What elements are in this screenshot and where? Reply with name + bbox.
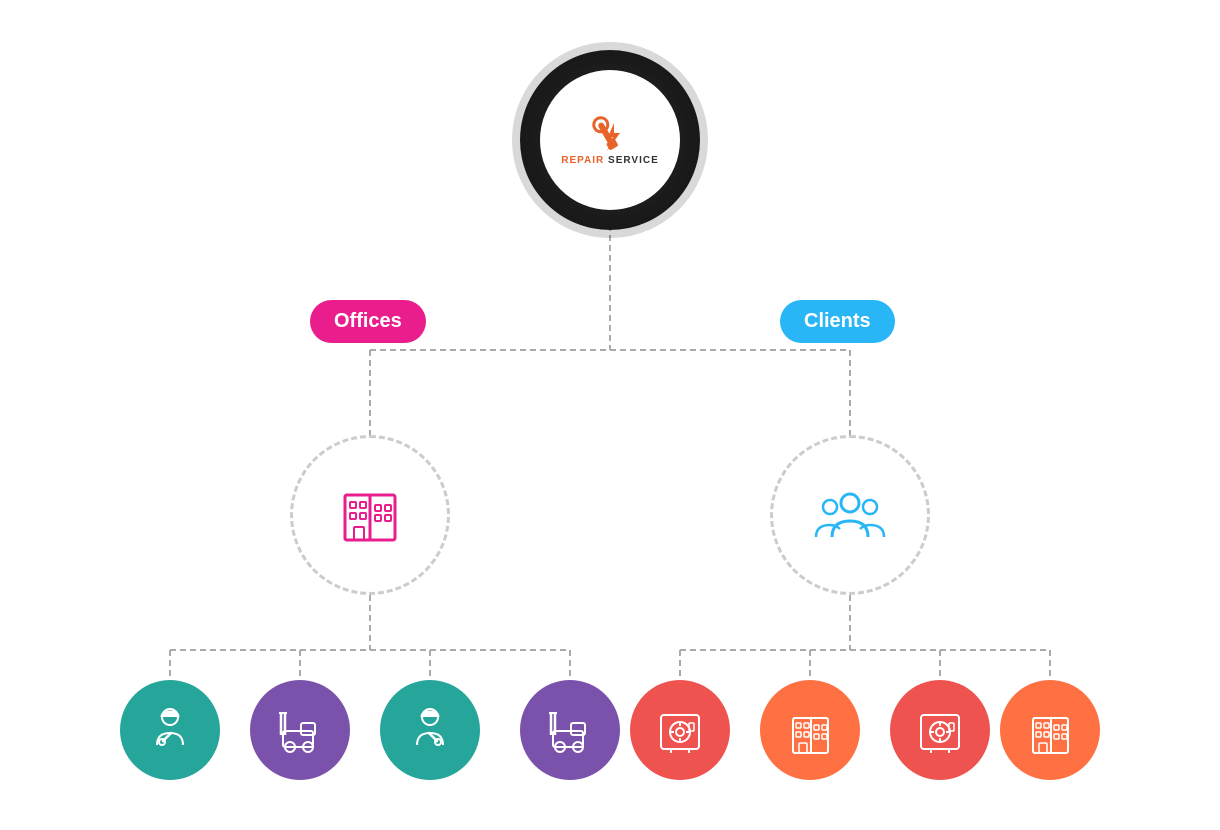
forklift-1-circle: [250, 680, 350, 780]
safe-icon: [653, 703, 708, 758]
repair-logo-icon: [582, 115, 637, 155]
people-icon: [810, 475, 890, 555]
safe-2-icon: [913, 703, 968, 758]
safe-1-circle: [630, 680, 730, 780]
forklift-2-circle: [520, 680, 620, 780]
building-1-circle: [760, 680, 860, 780]
forklift-icon: [273, 703, 328, 758]
repair-logo: REPAIR SERVICE: [561, 115, 659, 166]
clients-circle: [770, 435, 930, 595]
repairman-2-circle: [380, 680, 480, 780]
office-building-2-icon: [1023, 703, 1078, 758]
forklift-2-icon: [543, 703, 598, 758]
root-inner-circle: REPAIR SERVICE: [540, 70, 680, 210]
clients-badge: Clients: [780, 300, 895, 343]
building-icon: [330, 475, 410, 555]
offices-badge: Offices: [310, 300, 426, 343]
office-building-icon: [783, 703, 838, 758]
root-node: REPAIR SERVICE: [520, 50, 700, 230]
root-logo-text: REPAIR SERVICE: [561, 155, 659, 166]
repairman-1-circle: [120, 680, 220, 780]
org-chart: REPAIR SERVICE Offices Clients: [60, 20, 1160, 810]
safe-2-circle: [890, 680, 990, 780]
building-2-circle: [1000, 680, 1100, 780]
repairman-2-icon: [403, 703, 458, 758]
offices-circle: [290, 435, 450, 595]
repairman-icon: [143, 703, 198, 758]
